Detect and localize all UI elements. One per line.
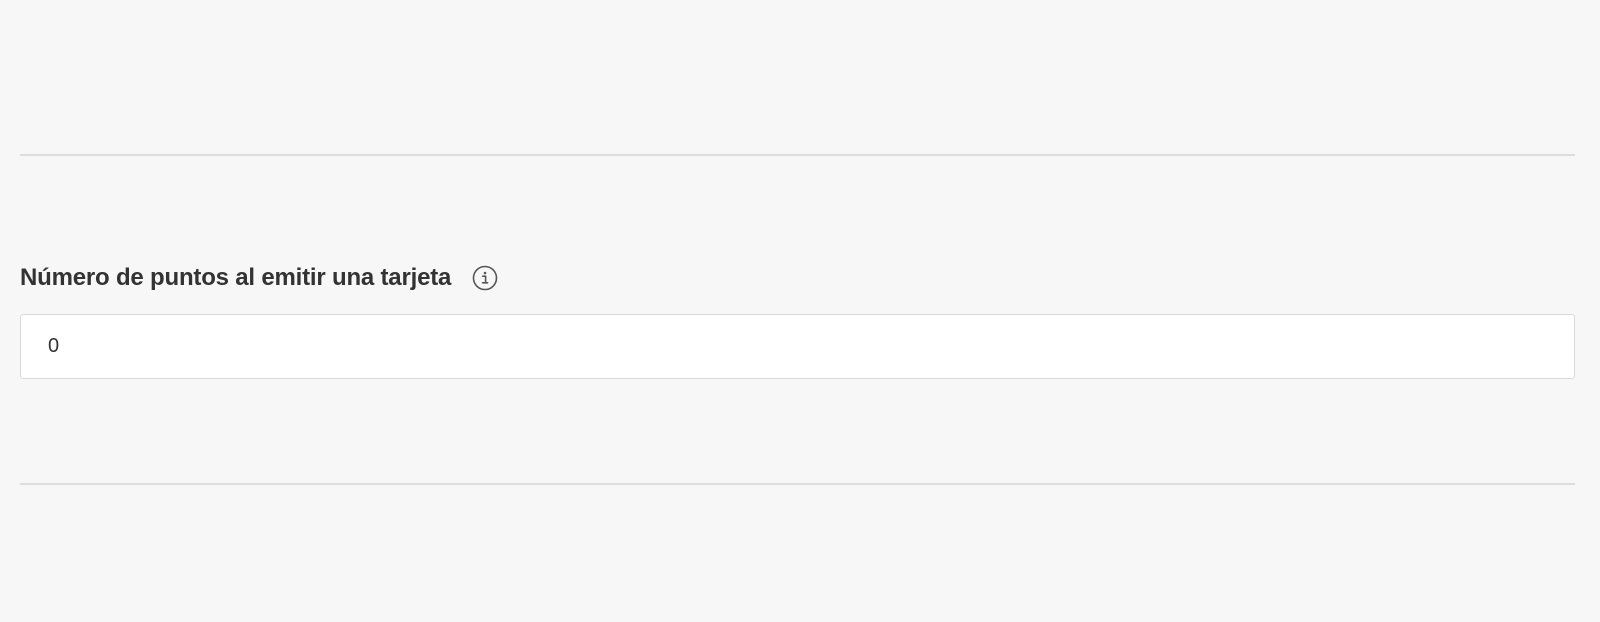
points-input-container	[20, 314, 1575, 379]
section-divider-top	[20, 154, 1575, 156]
points-input[interactable]	[21, 315, 1574, 378]
points-field-label-row: Número de puntos al emitir una tarjeta	[20, 262, 499, 294]
section-divider-bottom	[20, 483, 1575, 485]
points-field-label: Número de puntos al emitir una tarjeta	[20, 264, 452, 291]
info-icon[interactable]	[471, 264, 499, 292]
